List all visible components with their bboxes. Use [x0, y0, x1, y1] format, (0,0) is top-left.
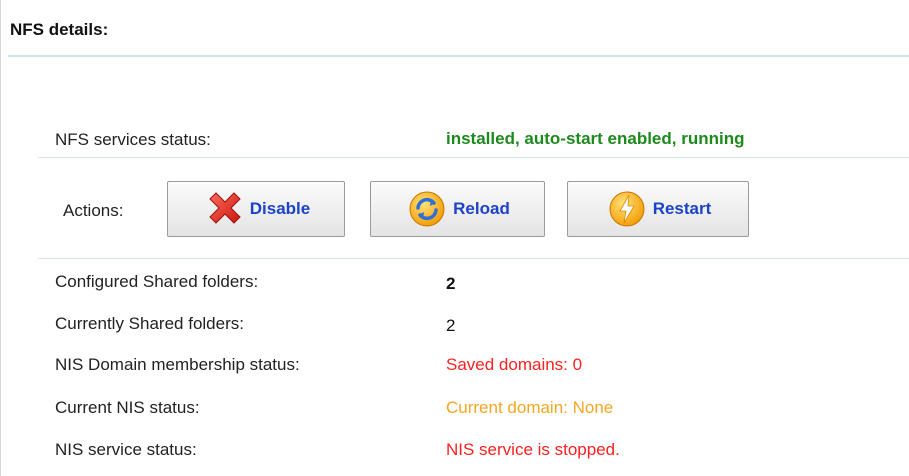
- section-title: NFS details:: [10, 20, 109, 39]
- nis-service-status-value: NIS service is stopped.: [446, 440, 620, 459]
- actions-label: Actions:: [63, 201, 124, 220]
- restart-button-label: Restart: [652, 199, 712, 218]
- restart-button[interactable]: Restart: [567, 181, 749, 237]
- refresh-icon: [405, 187, 449, 231]
- disable-button-label: Disable: [249, 199, 311, 218]
- current-nis-status-value: Current domain: None: [446, 398, 614, 417]
- nfs-status-label: NFS services status:: [55, 130, 211, 149]
- configured-shared-folders-value: 2: [446, 274, 456, 293]
- reload-button[interactable]: Reload: [370, 181, 545, 237]
- configured-shared-folders-label: Configured Shared folders:: [55, 272, 259, 291]
- nis-domain-membership-label: NIS Domain membership status:: [55, 355, 300, 374]
- nfs-status-value: installed, auto-start enabled, running: [446, 129, 745, 148]
- currently-shared-folders-value: 2: [446, 316, 456, 335]
- nfs-details-panel: NFS details: NFS services status: instal…: [0, 0, 909, 476]
- currently-shared-folders-label: Currently Shared folders:: [55, 314, 244, 333]
- panel-border: [0, 0, 1, 476]
- status-divider: [38, 157, 909, 158]
- current-nis-status-label: Current NIS status:: [55, 398, 200, 417]
- red-x-icon: [202, 187, 246, 231]
- power-restart-icon: [605, 187, 649, 231]
- actions-divider: [38, 258, 909, 259]
- reload-button-label: Reload: [453, 199, 510, 218]
- nis-domain-membership-value: Saved domains: 0: [446, 355, 583, 374]
- nfs-status-row: NFS services status: installed, auto-sta…: [0, 126, 909, 156]
- disable-button[interactable]: Disable: [167, 181, 345, 237]
- nis-service-status-label: NIS service status:: [55, 440, 197, 459]
- header-divider: [8, 55, 909, 57]
